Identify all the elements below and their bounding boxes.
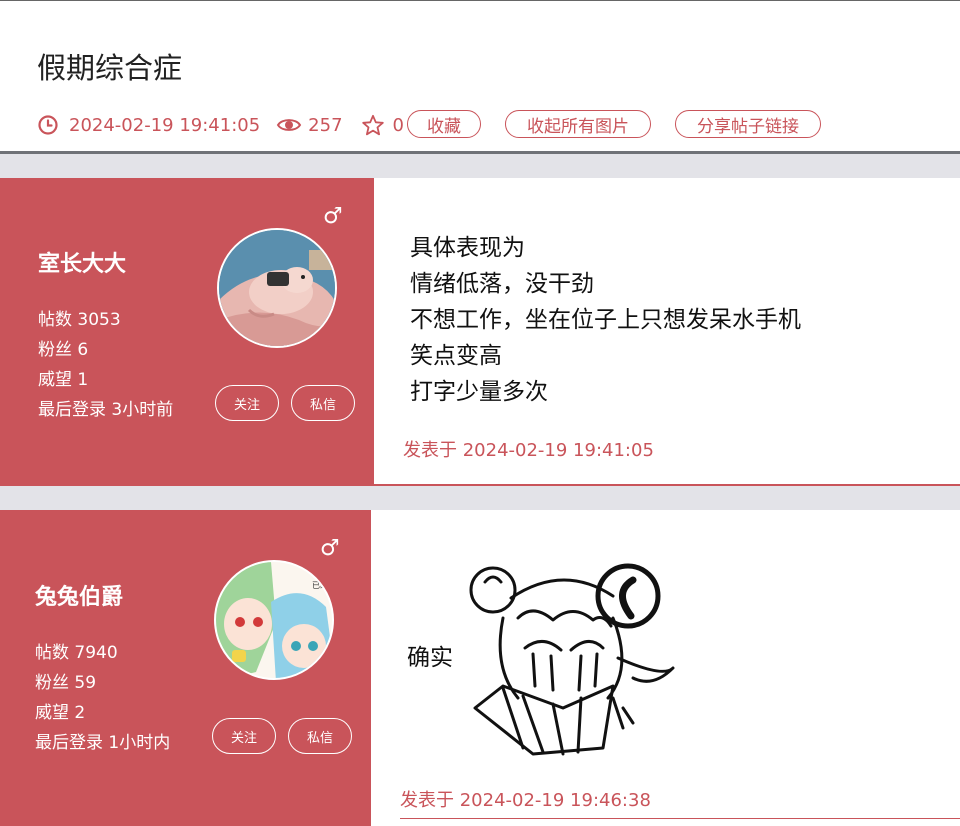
star-count: 0: [392, 114, 404, 136]
sticker-image[interactable]: [463, 558, 683, 758]
post-line: 具体表现为: [410, 235, 525, 261]
page-title: 假期综合症: [37, 51, 183, 85]
fans-count: 粉丝 59: [35, 673, 97, 693]
avatar-text: 已经新年: [312, 580, 334, 590]
post-bottom-border: [400, 818, 960, 819]
post-content: 确实 发表于 2024-02-19 19:46:38: [371, 510, 960, 826]
message-button[interactable]: 私信: [288, 718, 352, 754]
post-time: 发表于 2024-02-19 19:41:05: [403, 440, 654, 461]
favorite-button[interactable]: 收藏: [407, 110, 481, 138]
post-count: 帖数 7940: [35, 643, 118, 663]
prestige: 威望 2: [35, 703, 86, 723]
view-count: 257: [308, 114, 343, 136]
post-line: 情绪低落，没干劲: [410, 271, 594, 297]
eye-icon: [276, 115, 302, 135]
user-panel: ♂ 室长大大 帖数 3053 粉丝 6 威望 1 最后登录 3小时前 关注 私信: [0, 178, 374, 486]
username[interactable]: 室长大大: [38, 246, 126, 278]
username[interactable]: 兔兔伯爵: [35, 579, 123, 611]
follow-button[interactable]: 关注: [212, 718, 276, 754]
post-line: 打字少量多次: [410, 379, 548, 405]
post-line: 不想工作，坐在位子上只想发呆水手机: [410, 307, 801, 333]
avatar[interactable]: 已经新年: [214, 560, 334, 680]
post-item: ♂ 室长大大 帖数 3053 粉丝 6 威望 1 最后登录 3小时前 关注 私信…: [0, 178, 960, 486]
follow-button[interactable]: 关注: [215, 385, 279, 421]
post-gap: [0, 154, 960, 178]
collapse-images-button[interactable]: 收起所有图片: [505, 110, 651, 138]
post-count: 帖数 3053: [38, 310, 121, 330]
post-gap: [0, 486, 960, 510]
post-time: 发表于 2024-02-19 19:46:38: [400, 790, 651, 811]
fans-count: 粉丝 6: [38, 340, 89, 360]
prestige: 威望 1: [38, 370, 89, 390]
post-body: 确实: [407, 645, 453, 671]
share-link-button[interactable]: 分享帖子链接: [675, 110, 821, 138]
post-body: 具体表现为情绪低落，没干劲不想工作，坐在位子上只想发呆水手机 笑点变高打字少量多次: [410, 230, 801, 410]
post-item: ♂ 兔兔伯爵 已经新年 帖数 7940 粉丝 59 威望 2 最后登录 1小时内…: [0, 510, 960, 826]
male-icon: ♂: [323, 204, 343, 229]
male-icon: ♂: [320, 536, 340, 561]
post-content: 具体表现为情绪低落，没干劲不想工作，坐在位子上只想发呆水手机 笑点变高打字少量多次…: [374, 178, 960, 484]
last-login: 最后登录 1小时内: [35, 733, 171, 753]
message-button[interactable]: 私信: [291, 385, 355, 421]
star-icon[interactable]: [361, 114, 385, 137]
user-panel: ♂ 兔兔伯爵 已经新年 帖数 7940 粉丝 59 威望 2 最后登录 1小时内…: [0, 510, 371, 826]
thread-header: 假期综合症 2024-02-19 19:41:05 257 0 收藏 收起所有图…: [0, 1, 960, 152]
clock-icon: [37, 114, 59, 136]
avatar[interactable]: [217, 228, 337, 348]
last-login: 最后登录 3小时前: [38, 400, 174, 420]
thread-meta: 2024-02-19 19:41:05 257 0: [37, 109, 404, 141]
thread-time: 2024-02-19 19:41:05: [69, 114, 261, 136]
post-line: 笑点变高: [410, 343, 502, 369]
